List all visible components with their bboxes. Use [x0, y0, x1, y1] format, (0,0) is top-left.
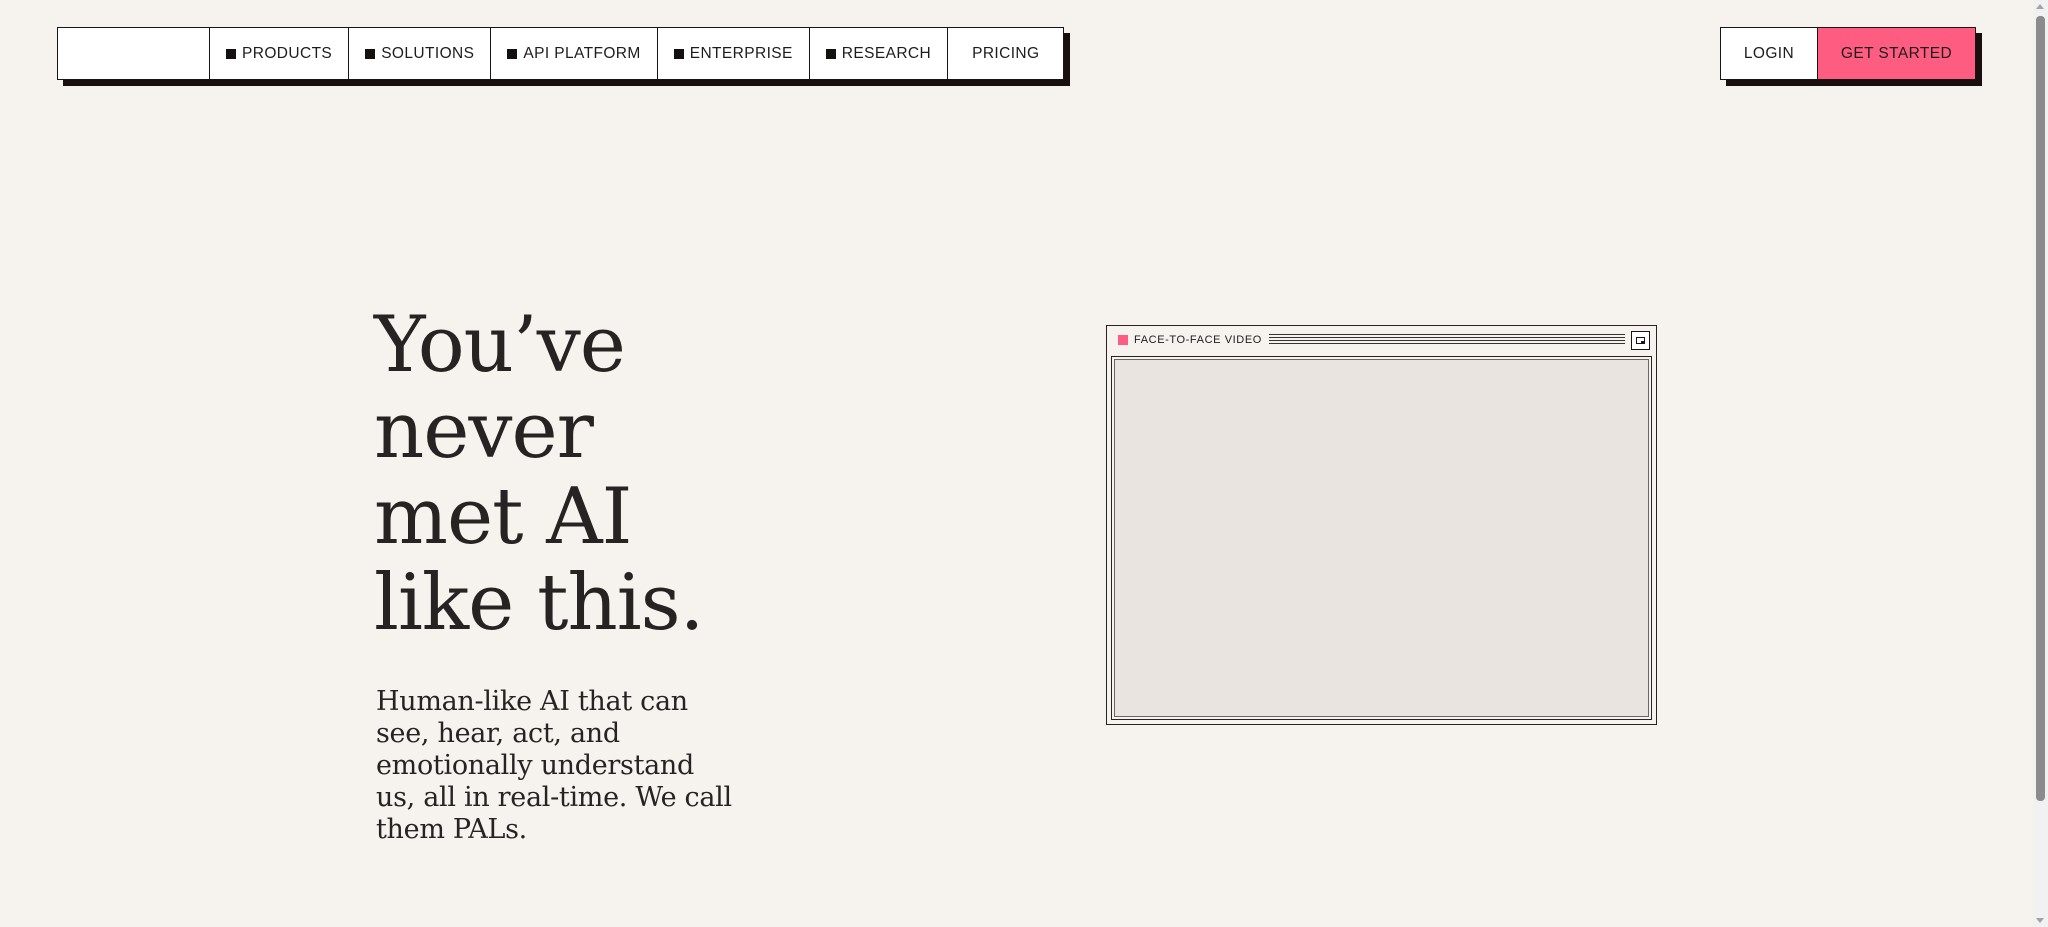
- scroll-down-icon[interactable]: [2036, 918, 2044, 923]
- nav-item-label: PRICING: [972, 44, 1040, 62]
- nav-item-label: ENTERPRISE: [689, 44, 793, 62]
- square-bullet-icon: [507, 48, 518, 59]
- main-nav: PRODUCTS SOLUTIONS API PLATFORM ENTERPRI…: [57, 27, 1065, 80]
- get-started-button[interactable]: GET STARTED: [1818, 28, 1975, 79]
- page-scrollbar[interactable]: [2033, 0, 2048, 927]
- nav-item-label: SOLUTIONS: [381, 44, 475, 62]
- nav-item-solutions[interactable]: SOLUTIONS: [349, 28, 492, 79]
- logo-slot[interactable]: [58, 28, 210, 79]
- auth-buttons: LOGIN GET STARTED: [1720, 27, 1976, 80]
- status-dot-icon: [1118, 335, 1128, 345]
- hero-subtitle: Human-like AI that can see, hear, act, a…: [376, 686, 732, 845]
- nav-item-enterprise[interactable]: ENTERPRISE: [658, 28, 810, 79]
- scroll-thumb[interactable]: [2036, 16, 2045, 801]
- square-bullet-icon: [825, 48, 836, 59]
- nav-item-products[interactable]: PRODUCTS: [210, 28, 350, 79]
- nav-item-research[interactable]: RESEARCH: [810, 28, 949, 79]
- expand-icon[interactable]: [1631, 330, 1650, 350]
- square-bullet-icon: [673, 48, 684, 59]
- square-bullet-icon: [365, 48, 376, 59]
- expand-icon-glyph: [1636, 336, 1645, 344]
- nav-item-label: PRODUCTS: [242, 44, 333, 62]
- nav-item-label: RESEARCH: [841, 44, 932, 62]
- hero-title-line: You’ve: [374, 300, 626, 390]
- hero-title-line: like this.: [374, 558, 704, 648]
- login-button[interactable]: LOGIN: [1721, 28, 1818, 79]
- hero-title-line: met AI: [374, 472, 632, 562]
- nav-item-pricing[interactable]: PRICING: [948, 28, 1063, 79]
- video-screen[interactable]: [1114, 359, 1649, 717]
- video-titlebar: FACE-TO-FACE VIDEO: [1107, 326, 1656, 354]
- square-bullet-icon: [226, 48, 236, 59]
- video-window: FACE-TO-FACE VIDEO: [1106, 325, 1657, 725]
- nav-item-api-platform[interactable]: API PLATFORM: [491, 28, 658, 79]
- video-label: FACE-TO-FACE VIDEO: [1134, 334, 1262, 346]
- nav-item-label: API PLATFORM: [523, 44, 641, 62]
- hero-title-line: never: [374, 386, 594, 476]
- scroll-up-icon[interactable]: [2036, 4, 2044, 9]
- titlebar-stripes: [1268, 334, 1625, 346]
- hero-title: You’ve never met AI like this.: [374, 302, 794, 646]
- video-frame: [1111, 356, 1652, 720]
